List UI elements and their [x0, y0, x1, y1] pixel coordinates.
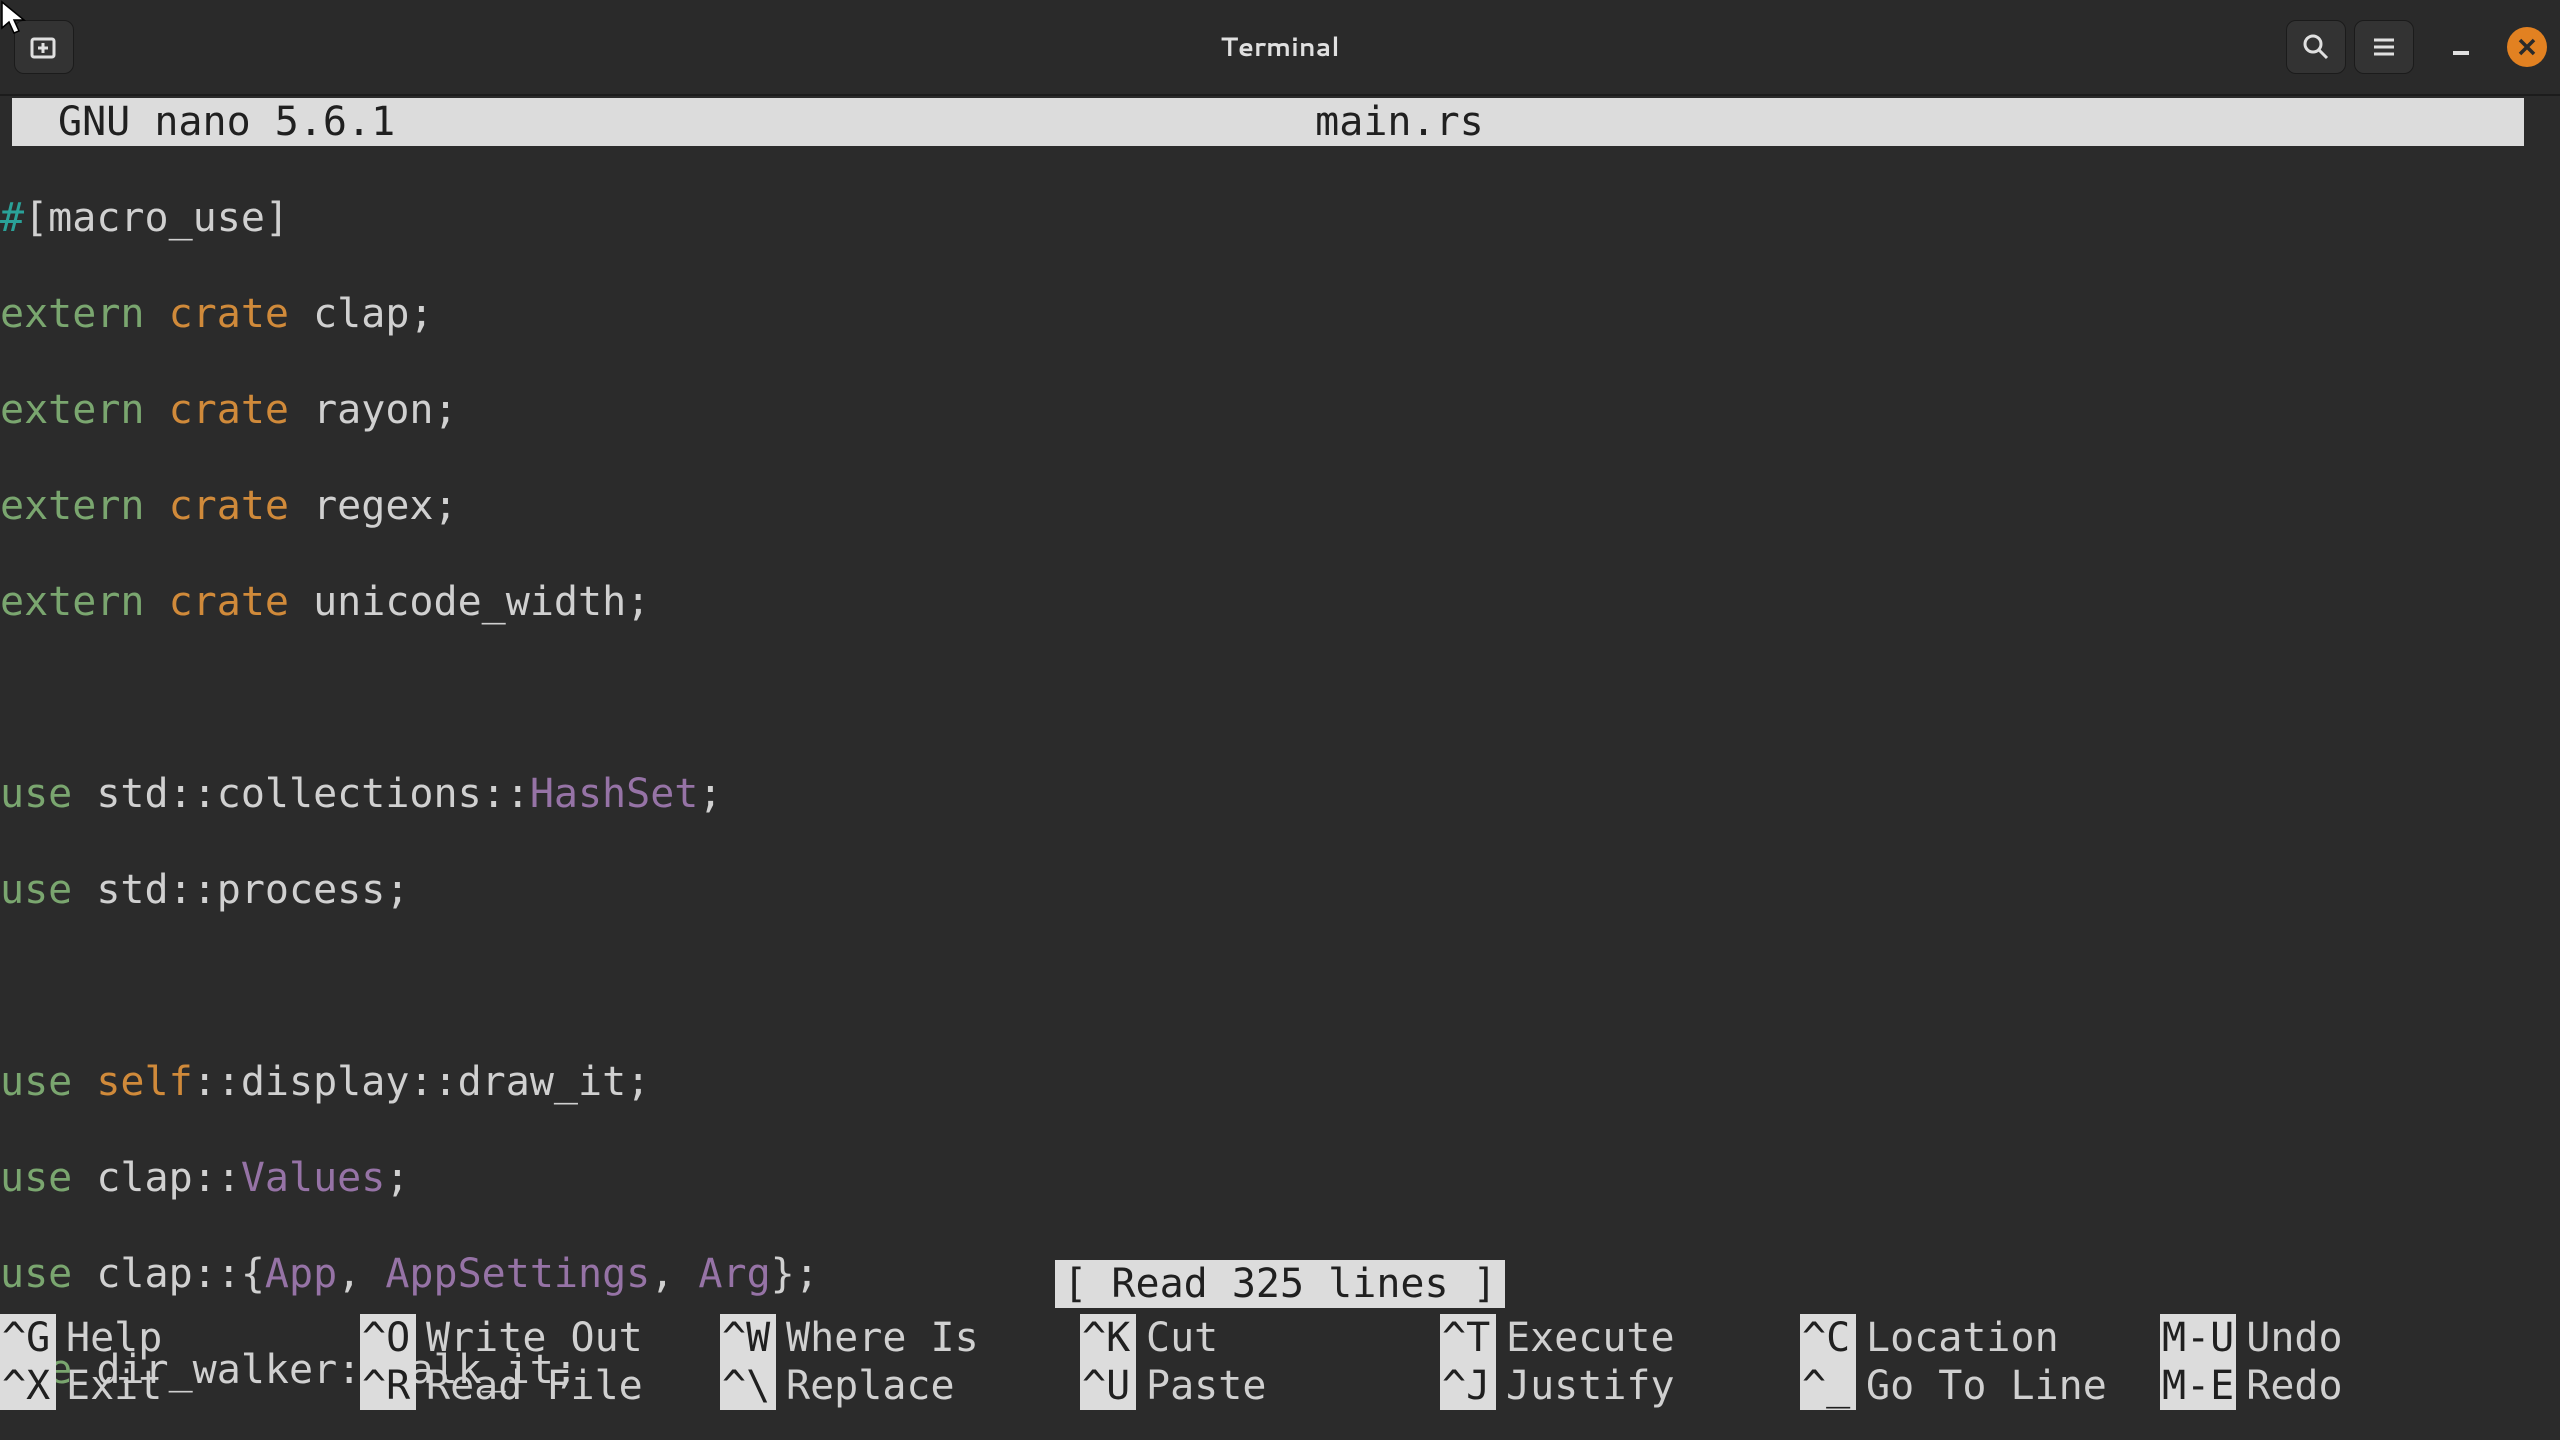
shortcut-label: Execute	[1506, 1314, 1675, 1362]
code-token: rayon;	[289, 387, 458, 433]
code-token: crate	[169, 483, 289, 529]
new-tab-button[interactable]	[14, 20, 74, 74]
shortcut-label: Justify	[1506, 1362, 1675, 1410]
code-token: ::display::draw_it;	[193, 1059, 651, 1105]
shortcut-label: Read File	[426, 1362, 643, 1410]
shortcut-key: M-E	[2160, 1362, 2236, 1410]
shortcut-label: Location	[1866, 1314, 2059, 1362]
code-token: [macro_use]	[24, 195, 289, 241]
code-token: Values	[241, 1155, 386, 1201]
code-token: use	[0, 1155, 72, 1201]
shortcut-label: Redo	[2246, 1362, 2342, 1410]
new-tab-icon	[28, 31, 60, 63]
shortcut-key: ^K	[1080, 1314, 1136, 1362]
nano-filename: main.rs	[1315, 98, 1484, 146]
code-token: use	[0, 1059, 72, 1105]
code-token: clap;	[289, 291, 434, 337]
code-token: ;	[385, 1155, 409, 1201]
code-token: HashSet	[530, 771, 699, 817]
shortcut-key: ^R	[360, 1362, 416, 1410]
menu-button[interactable]	[2354, 20, 2414, 74]
nano-status-message: [ Read 325 lines ]	[1055, 1260, 1504, 1308]
shortcut-label: Write Out	[426, 1314, 643, 1362]
shortcut-label: Go To Line	[1866, 1362, 2107, 1410]
shortcut-row: ^XExit ^RRead File ^\Replace ^UPaste ^JJ…	[0, 1362, 2560, 1410]
minimize-icon	[2447, 33, 2475, 61]
code-token: clap::	[72, 1155, 241, 1201]
shortcut-label: Replace	[786, 1362, 955, 1410]
search-button[interactable]	[2286, 20, 2346, 74]
code-token: #	[0, 195, 24, 241]
shortcut-key: ^T	[1440, 1314, 1496, 1362]
minimize-button[interactable]	[2438, 24, 2484, 70]
nano-version: GNU nano 5.6.1	[58, 99, 395, 145]
shortcut-label: Paste	[1146, 1362, 1266, 1410]
shortcut-key: ^J	[1440, 1362, 1496, 1410]
nano-shortcut-bar: ^GHelp ^OWrite Out ^WWhere Is ^KCut ^TEx…	[0, 1314, 2560, 1410]
window-title: Terminal	[0, 29, 2560, 65]
window-headerbar: Terminal	[0, 0, 2560, 96]
code-token: unicode_width;	[289, 579, 650, 625]
code-token: crate	[169, 387, 289, 433]
shortcut-row: ^GHelp ^OWrite Out ^WWhere Is ^KCut ^TEx…	[0, 1314, 2560, 1362]
shortcut-key: ^X	[0, 1362, 56, 1410]
search-icon	[2301, 32, 2331, 62]
code-token: use	[0, 771, 72, 817]
code-token: extern	[0, 387, 145, 433]
code-token: std::process;	[72, 867, 409, 913]
shortcut-key: ^O	[360, 1314, 416, 1362]
code-token: crate	[169, 579, 289, 625]
code-token: regex;	[289, 483, 458, 529]
code-token: self	[96, 1059, 192, 1105]
shortcut-label: Exit	[66, 1362, 162, 1410]
shortcut-label: Where Is	[786, 1314, 979, 1362]
close-icon	[2516, 36, 2538, 58]
code-token: std::collections::	[72, 771, 530, 817]
nano-title-bar: GNU nano 5.6.1 main.rs	[12, 98, 2524, 146]
shortcut-key: ^\	[720, 1362, 776, 1410]
shortcut-key: ^C	[1800, 1314, 1856, 1362]
close-button[interactable]	[2504, 24, 2550, 70]
editor-content[interactable]: #[macro_use] extern crate clap; extern c…	[0, 146, 2560, 1440]
shortcut-key: ^G	[0, 1314, 56, 1362]
hamburger-icon	[2370, 33, 2398, 61]
code-token: ;	[698, 771, 722, 817]
shortcut-key: M-U	[2160, 1314, 2236, 1362]
shortcut-key: ^U	[1080, 1362, 1136, 1410]
code-token: extern	[0, 579, 145, 625]
code-token: crate	[169, 291, 289, 337]
code-token: extern	[0, 483, 145, 529]
shortcut-key: ^_	[1800, 1362, 1856, 1410]
shortcut-key: ^W	[720, 1314, 776, 1362]
shortcut-label: Undo	[2246, 1314, 2342, 1362]
shortcut-label: Help	[66, 1314, 162, 1362]
code-token: extern	[0, 291, 145, 337]
code-token: use	[0, 867, 72, 913]
shortcut-label: Cut	[1146, 1314, 1218, 1362]
